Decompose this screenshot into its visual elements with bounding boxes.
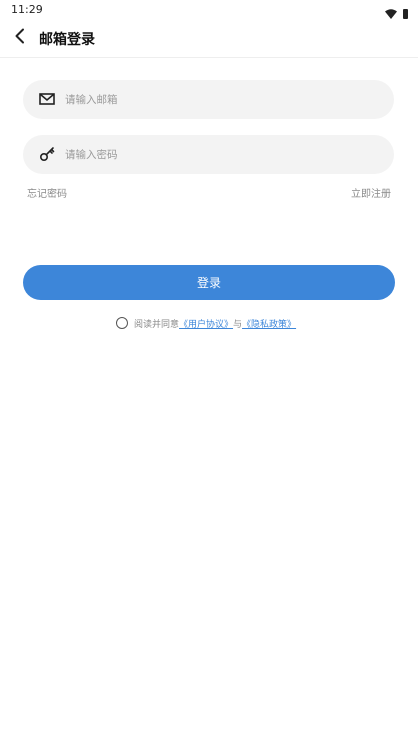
register-link[interactable]: 立即注册 (351, 185, 391, 200)
password-field[interactable] (23, 135, 394, 174)
status-bar: 11:29 (0, 0, 418, 20)
login-button[interactable]: 登录 (23, 265, 395, 300)
privacy-policy-link[interactable]: 《隐私政策》 (242, 317, 296, 330)
user-agreement-link[interactable]: 《用户协议》 (179, 317, 233, 330)
agreement-conjunction: 与 (233, 319, 243, 330)
agreement-prefix: 阅读并同意 (134, 319, 180, 330)
forgot-password-link[interactable]: 忘记密码 (27, 185, 67, 200)
agreement-checkbox[interactable] (116, 317, 128, 329)
mail-icon (39, 91, 55, 107)
status-time: 11:29 (11, 3, 43, 16)
chevron-left-icon (14, 28, 26, 48)
battery-icon (403, 8, 408, 19)
header: 邮箱登录 (0, 20, 418, 58)
page-title: 邮箱登录 (39, 32, 95, 48)
password-input[interactable] (65, 135, 375, 174)
agreement-row: 阅读并同意 《用户协议》 与 《隐私政策》 (116, 316, 296, 330)
email-field[interactable] (23, 80, 394, 119)
key-icon (39, 146, 55, 162)
back-button[interactable] (10, 28, 30, 48)
email-input[interactable] (65, 80, 375, 119)
